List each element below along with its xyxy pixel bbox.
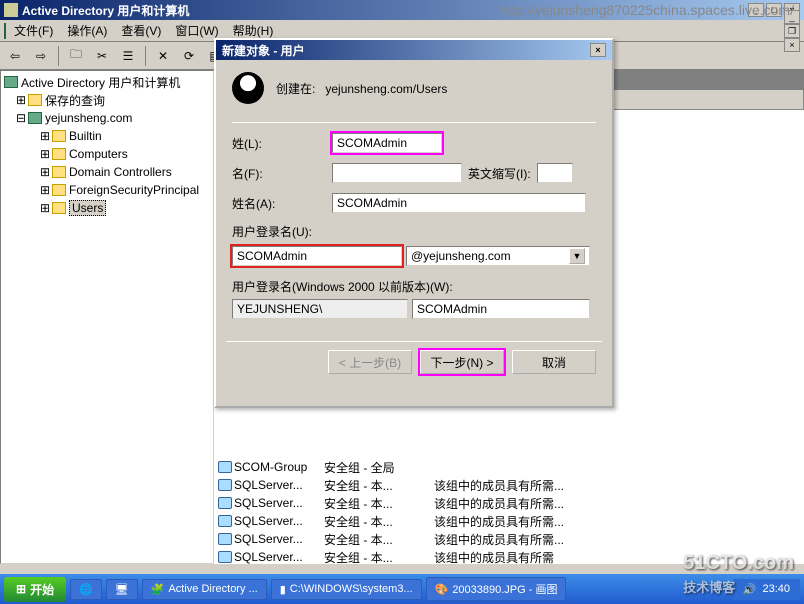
tree-root[interactable]: Active Directory 用户和计算机 bbox=[21, 74, 180, 91]
list-row[interactable]: SQLServer...安全组 - 本...该组中的成员具有所需... bbox=[214, 476, 804, 494]
domain-icon bbox=[28, 112, 42, 124]
folder-icon bbox=[52, 148, 66, 160]
lastname-label: 姓(L): bbox=[232, 135, 332, 152]
domain-select[interactable]: @yejunsheng.com ▼ bbox=[406, 246, 590, 266]
windows-logo-icon: ⊞ bbox=[16, 582, 26, 596]
app-title: Active Directory 用户和计算机 bbox=[22, 2, 189, 19]
up-button[interactable]: 🗀 bbox=[65, 45, 87, 67]
logon-label: 用户登录名(U): bbox=[232, 225, 312, 239]
initials-input[interactable] bbox=[537, 163, 573, 183]
create-in-path: yejunsheng.com/Users bbox=[325, 82, 447, 96]
watermark-brand: 51CTO.com 技术博客 bbox=[683, 552, 794, 598]
quicklaunch-ie[interactable]: 🌐 bbox=[70, 579, 102, 600]
new-user-dialog: 新建对象 - 用户 × 创建在: yejunsheng.com/Users 姓(… bbox=[214, 38, 614, 408]
folder-icon bbox=[52, 130, 66, 142]
forward-button[interactable]: ⇨ bbox=[30, 45, 52, 67]
create-in-label: 创建在: bbox=[276, 82, 315, 96]
dialog-title: 新建对象 - 用户 bbox=[222, 42, 305, 59]
group-icon bbox=[218, 533, 232, 545]
tree-fsp[interactable]: ForeignSecurityPrincipal bbox=[69, 183, 199, 197]
refresh-icon[interactable]: ⟳ bbox=[178, 45, 200, 67]
menu-view[interactable]: 查看(V) bbox=[115, 20, 167, 41]
mdi-close-button[interactable]: × bbox=[784, 38, 800, 52]
lastname-input[interactable] bbox=[332, 133, 442, 153]
group-icon bbox=[218, 461, 232, 473]
expand-icon[interactable]: ⊞ bbox=[15, 93, 27, 107]
domain-select-value: @yejunsheng.com bbox=[411, 249, 511, 263]
tree-pane[interactable]: Active Directory 用户和计算机 ⊞ 保存的查询 ⊟ yejunshe… bbox=[0, 70, 214, 564]
cut-icon[interactable]: ✂ bbox=[91, 45, 113, 67]
list-row[interactable]: SQLServer...安全组 - 本...该组中的成员具有所需... bbox=[214, 530, 804, 548]
dialog-titlebar: 新建对象 - 用户 × bbox=[216, 40, 612, 60]
tree-saved-queries[interactable]: 保存的查询 bbox=[45, 92, 105, 109]
paint-icon: 🎨 bbox=[435, 583, 449, 596]
sam-input[interactable] bbox=[412, 299, 590, 319]
start-button[interactable]: ⊞开始 bbox=[4, 577, 66, 602]
mmc-icon bbox=[4, 23, 6, 39]
group-icon bbox=[218, 551, 232, 563]
dialog-close-button[interactable]: × bbox=[590, 43, 606, 57]
expand-icon[interactable]: ⊞ bbox=[39, 129, 51, 143]
user-head-icon bbox=[232, 72, 264, 104]
tree-computers[interactable]: Computers bbox=[69, 147, 128, 161]
task-cmd[interactable]: ▮C:\WINDOWS\system3... bbox=[271, 579, 422, 600]
folder-icon bbox=[28, 94, 42, 106]
folder-icon bbox=[52, 202, 66, 214]
properties-icon[interactable]: ☰ bbox=[117, 45, 139, 67]
firstname-label: 名(F): bbox=[232, 165, 332, 182]
cancel-button[interactable]: 取消 bbox=[512, 350, 596, 374]
expand-icon[interactable]: ⊞ bbox=[39, 201, 51, 215]
back-button: < 上一步(B) bbox=[328, 350, 412, 374]
tree-builtin[interactable]: Builtin bbox=[69, 129, 102, 143]
mdi-restore-button[interactable]: ❐ bbox=[784, 24, 800, 38]
netbios-input bbox=[232, 299, 408, 319]
task-ad[interactable]: 🧩Active Directory ... bbox=[142, 579, 267, 600]
logon-name-input[interactable] bbox=[232, 246, 402, 266]
watermark-url: http://yejunsheng870225china.spaces.live… bbox=[500, 2, 794, 18]
ad-icon: 🧩 bbox=[151, 583, 165, 596]
folder-icon bbox=[52, 166, 66, 178]
group-icon bbox=[218, 497, 232, 509]
expand-icon[interactable]: ⊞ bbox=[39, 183, 51, 197]
menu-action[interactable]: 操作(A) bbox=[61, 20, 113, 41]
group-icon bbox=[218, 479, 232, 491]
list-row[interactable]: SCOM-Group安全组 - 全局 bbox=[214, 458, 804, 476]
tree-users[interactable]: Users bbox=[69, 200, 106, 216]
back-button[interactable]: ⇦ bbox=[4, 45, 26, 67]
chevron-down-icon: ▼ bbox=[569, 248, 585, 264]
list-row[interactable]: SQLServer...安全组 - 本...该组中的成员具有所需... bbox=[214, 494, 804, 512]
initials-label: 英文缩写(I): bbox=[468, 165, 531, 182]
fullname-label: 姓名(A): bbox=[232, 195, 332, 212]
app-icon bbox=[4, 3, 18, 17]
tree-domain[interactable]: yejunsheng.com bbox=[45, 111, 132, 125]
folder-icon bbox=[52, 184, 66, 196]
collapse-icon[interactable]: ⊟ bbox=[15, 111, 27, 125]
group-icon bbox=[218, 515, 232, 527]
cmd-icon: ▮ bbox=[280, 583, 286, 596]
quicklaunch-desktop[interactable]: 🖥 bbox=[106, 579, 138, 600]
tree-dc[interactable]: Domain Controllers bbox=[69, 165, 172, 179]
menu-file[interactable]: 文件(F) bbox=[8, 20, 59, 41]
task-paint[interactable]: 🎨20033890.JPG - 画图 bbox=[426, 577, 567, 601]
expand-icon[interactable]: ⊞ bbox=[39, 165, 51, 179]
next-button[interactable]: 下一步(N) > bbox=[420, 350, 504, 374]
fullname-input[interactable] bbox=[332, 193, 586, 213]
firstname-input[interactable] bbox=[332, 163, 462, 183]
delete-icon[interactable]: ✕ bbox=[152, 45, 174, 67]
ad-root-icon bbox=[4, 76, 18, 88]
logon2000-label: 用户登录名(Windows 2000 以前版本)(W): bbox=[232, 280, 453, 294]
list-row[interactable]: SQLServer...安全组 - 本...该组中的成员具有所需... bbox=[214, 512, 804, 530]
expand-icon[interactable]: ⊞ bbox=[39, 147, 51, 161]
